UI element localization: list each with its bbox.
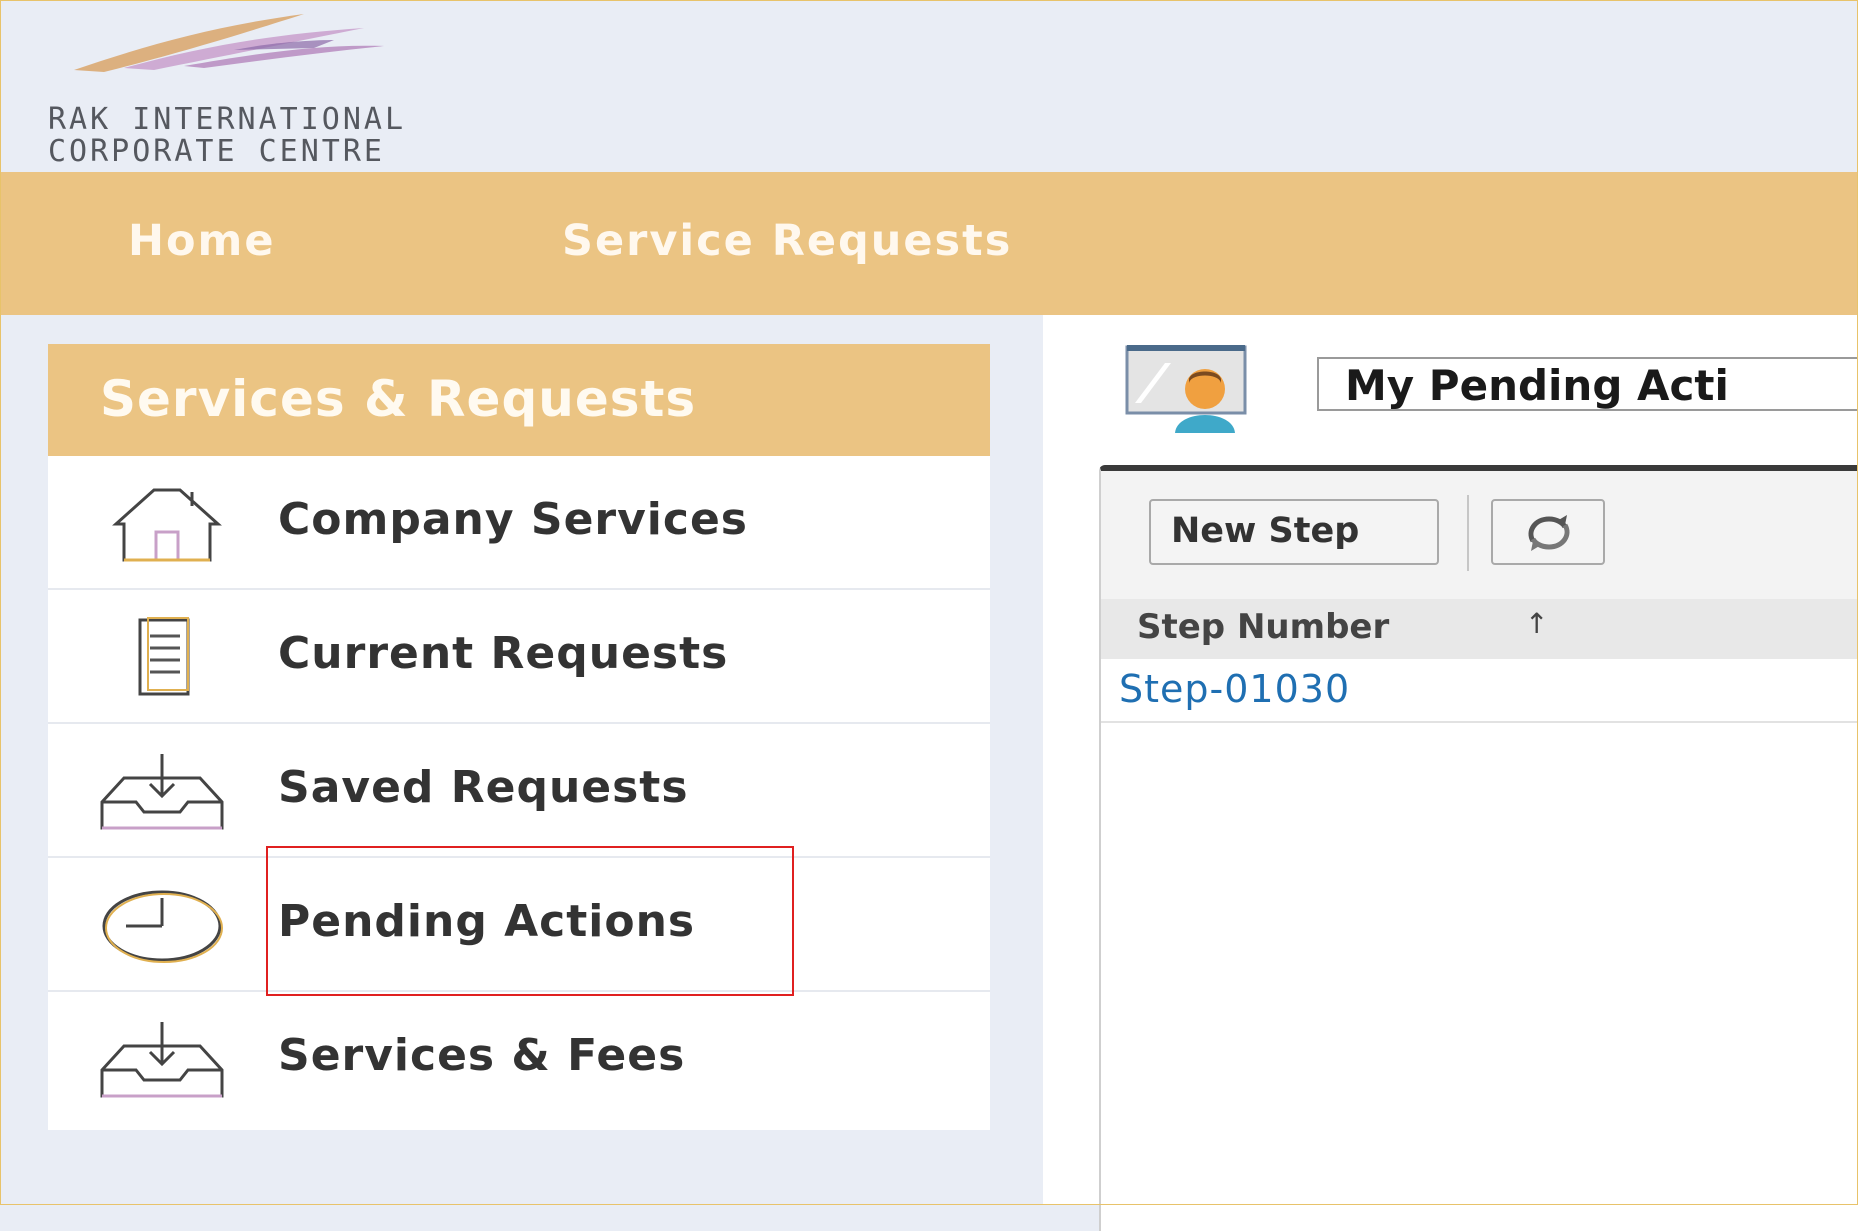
sidebar-item-company-services[interactable]: Company Services — [48, 456, 990, 590]
sidebar-item-saved-requests[interactable]: Saved Requests — [48, 724, 990, 858]
clock-icon — [102, 890, 223, 963]
toolbar-divider — [1467, 495, 1469, 571]
refresh-icon — [1528, 515, 1570, 551]
company-logo[interactable]: RAK INTERNATIONAL CORPORATE CENTRE — [44, 6, 464, 172]
view-select[interactable]: My Pending Acti — [1317, 357, 1858, 411]
logo-text-line2: CORPORATE CENTRE — [48, 134, 385, 169]
step-number-link[interactable]: Step-01030 — [1119, 667, 1350, 711]
sidebar: Services & Requests Company Services Cur… — [48, 344, 990, 1130]
clipboard-icon — [138, 617, 190, 696]
inbox-download-icon — [100, 754, 224, 830]
sidebar-item-label: Services & Fees — [278, 1030, 686, 1081]
sidebar-header: Services & Requests — [48, 344, 990, 456]
sidebar-item-label: Pending Actions — [278, 896, 696, 947]
sidebar-title: Services & Requests — [100, 370, 697, 428]
main-content: My Pending Acti New Step Step Number ↑ S… — [1043, 315, 1858, 1231]
view-select-value: My Pending Acti — [1345, 361, 1729, 410]
refresh-button[interactable] — [1491, 499, 1605, 565]
sidebar-item-current-requests[interactable]: Current Requests — [48, 590, 990, 724]
nav-service-requests[interactable]: Service Requests — [562, 216, 1012, 266]
sort-ascending-icon: ↑ — [1525, 607, 1549, 640]
sidebar-item-pending-actions[interactable]: Pending Actions — [48, 858, 990, 992]
new-step-label: New Step — [1171, 511, 1360, 551]
list-panel: New Step Step Number ↑ Step-01030 — [1099, 465, 1858, 1231]
nav-home[interactable]: Home — [128, 216, 276, 266]
house-icon — [112, 488, 222, 562]
table-header[interactable]: Step Number ↑ — [1101, 599, 1858, 660]
logo-wing-graphic — [74, 14, 384, 72]
inbox-download-icon — [100, 1022, 224, 1098]
user-presentation-icon — [1125, 345, 1247, 433]
list-toolbar: New Step — [1101, 471, 1858, 599]
new-step-button[interactable]: New Step — [1149, 499, 1439, 565]
sidebar-item-services-fees[interactable]: Services & Fees — [48, 992, 990, 1126]
column-step-number[interactable]: Step Number — [1137, 607, 1389, 647]
header: RAK INTERNATIONAL CORPORATE CENTRE — [0, 0, 1858, 172]
sidebar-item-label: Saved Requests — [278, 762, 689, 813]
top-nav: Home Service Requests — [0, 172, 1858, 315]
table-row: Step-01030 — [1101, 659, 1858, 723]
logo-text-line1: RAK INTERNATIONAL — [48, 102, 407, 137]
sidebar-item-label: Company Services — [278, 494, 748, 545]
sidebar-item-label: Current Requests — [278, 628, 729, 679]
